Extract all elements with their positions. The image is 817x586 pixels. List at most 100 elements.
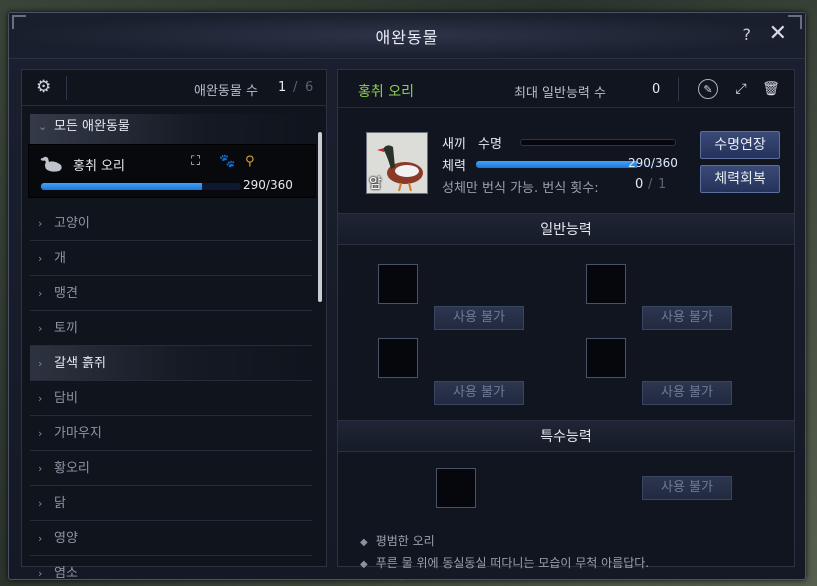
pet-hp-text: 290/360	[243, 178, 293, 192]
breeding-separator: /	[648, 177, 653, 192]
diamond-bullet-icon: ◆	[360, 537, 368, 548]
pet-detail-name: 홍취 오리	[358, 84, 414, 100]
category-item[interactable]: › 갈색 흙쥐	[30, 346, 312, 381]
pet-detail-panel: 홍취 오리 최대 일반능력 수 0 ✎ ⤢ 🗑 암 새끼 수명 체력 290/3…	[337, 69, 795, 570]
duck-icon	[40, 156, 62, 172]
ability-unavailable-button: 사용 불가	[434, 381, 524, 405]
breeding-info: 성체만 번식 가능. 번식 횟수:	[442, 181, 599, 196]
restore-stamina-button[interactable]: 체력회복	[700, 165, 780, 193]
max-ability-value: 0	[652, 82, 661, 97]
location-icon[interactable]: ⚲	[245, 154, 255, 169]
pet-portrait: 암	[366, 132, 428, 194]
category-label: 맹견	[54, 286, 78, 301]
category-item[interactable]: › 맹견	[30, 276, 312, 311]
ability-unavailable-button: 사용 불가	[642, 381, 732, 405]
chevron-right-icon: ›	[38, 462, 43, 475]
chevron-right-icon: ›	[38, 322, 43, 335]
category-label: 갈색 흙쥐	[54, 356, 106, 371]
pet-count-separator: /	[293, 80, 298, 95]
paw-icon[interactable]: 🐾	[219, 154, 235, 169]
gender-badge: 암	[369, 176, 382, 192]
brush-icon[interactable]: ✎	[698, 79, 718, 99]
divider	[66, 76, 67, 100]
expand-icon[interactable]: ⤢	[731, 79, 751, 99]
category-container: › 고양이 › 개 › 맹견 › 토끼 › 갈색 흙쥐 › 담비 › 가마우지 › 황오리 › 닭 › 영양 › 염소	[30, 206, 312, 586]
category-item[interactable]: › 염소	[30, 556, 312, 586]
close-button[interactable]: ✕	[769, 21, 787, 46]
category-label: 토끼	[54, 321, 78, 336]
pet-category-list: ⌄ 모든 애완동물 홍취 오리 ⛶ 🐾 ⚲ 290/360 › 고양이 › 개 › 맹견 ›…	[28, 114, 316, 586]
divider	[678, 77, 679, 101]
diamond-bullet-icon: ◆	[360, 559, 368, 570]
ability-slot[interactable]	[586, 338, 626, 378]
ability-unavailable-button: 사용 불가	[434, 306, 524, 330]
category-item[interactable]: › 황오리	[30, 451, 312, 486]
window-title: 애완동물	[375, 28, 439, 47]
category-item[interactable]: › 고양이	[30, 206, 312, 241]
chevron-right-icon: ›	[38, 427, 43, 440]
pet-count-max: 6	[305, 80, 314, 95]
description-line: ◆ 평범한 오리	[360, 532, 435, 549]
description-line: ◆ 푸른 물 위에 동실동실 떠다니는 모습이 무척 아름답다.	[360, 554, 649, 571]
lifespan-bar	[520, 139, 676, 146]
ability-unavailable-button: 사용 불가	[642, 306, 732, 330]
title-bar[interactable]: 애완동물 ? ✕	[9, 13, 805, 59]
ability-slot[interactable]	[378, 338, 418, 378]
special-ability-title: 특수능력	[338, 420, 794, 452]
category-item[interactable]: › 가마우지	[30, 416, 312, 451]
special-unavailable-button: 사용 불가	[642, 476, 732, 500]
chevron-right-icon: ›	[38, 567, 43, 580]
pet-hp-fill	[41, 183, 203, 190]
scrollbar-thumb[interactable]	[318, 132, 322, 302]
pet-hp-bar	[41, 183, 241, 190]
ability-slot[interactable]	[586, 264, 626, 304]
stamina-text: 290/360	[628, 156, 678, 170]
category-label: 담비	[54, 391, 78, 406]
category-label: 가마우지	[54, 426, 102, 441]
screenshot-icon[interactable]: ⛶	[191, 154, 200, 169]
ability-slot[interactable]	[378, 264, 418, 304]
chevron-right-icon: ›	[38, 357, 43, 370]
category-label: 개	[54, 251, 66, 266]
general-ability-title: 일반능력	[338, 213, 794, 245]
chevron-right-icon: ›	[38, 392, 43, 405]
category-all-pets[interactable]: ⌄ 모든 애완동물	[30, 114, 312, 144]
help-button[interactable]: ?	[743, 25, 752, 44]
gear-icon[interactable]: ⚙	[36, 77, 51, 97]
stamina-label: 체력	[442, 159, 466, 174]
category-label: 영양	[54, 531, 78, 546]
max-ability-label: 최대 일반능력 수	[514, 86, 606, 101]
trash-icon[interactable]: 🗑	[761, 79, 781, 99]
category-label: 황오리	[54, 461, 90, 476]
category-label: 모든 애완동물	[54, 119, 130, 134]
pet-list-panel: ⚙ 애완동물 수 1 / 6 ⌄ 모든 애완동물 홍취 오리 ⛶ 🐾 ⚲ 290…	[21, 69, 327, 581]
stamina-fill	[476, 161, 638, 168]
category-item[interactable]: › 영양	[30, 521, 312, 556]
category-item[interactable]: › 토끼	[30, 311, 312, 346]
category-label: 염소	[54, 566, 78, 581]
chevron-down-icon: ⌄	[38, 120, 48, 133]
category-item[interactable]: › 담비	[30, 381, 312, 416]
chevron-right-icon: ›	[38, 497, 43, 510]
pet-name: 홍취 오리	[73, 159, 125, 174]
category-label: 닭	[54, 496, 66, 511]
category-label: 고양이	[54, 216, 90, 231]
breeding-max: 1	[658, 177, 667, 192]
extend-life-button[interactable]: 수명연장	[700, 131, 780, 159]
breeding-current: 0	[635, 177, 644, 192]
chevron-right-icon: ›	[38, 287, 43, 300]
category-item[interactable]: › 개	[30, 241, 312, 276]
description-text: 평범한 오리	[375, 534, 435, 548]
pet-detail-header: 홍취 오리 최대 일반능력 수 0 ✎ ⤢ 🗑	[338, 70, 794, 108]
chevron-right-icon: ›	[38, 217, 43, 230]
pet-list-header: ⚙ 애완동물 수 1 / 6	[22, 70, 326, 106]
chevron-right-icon: ›	[38, 532, 43, 545]
category-item[interactable]: › 닭	[30, 486, 312, 521]
pet-count-current: 1	[278, 80, 287, 95]
lifespan-label: 수명	[478, 137, 502, 152]
juvenile-label: 새끼	[442, 137, 466, 152]
pet-entry-selected[interactable]: 홍취 오리 ⛶ 🐾 ⚲ 290/360	[28, 144, 316, 198]
special-ability-slot[interactable]	[436, 468, 476, 508]
description-text: 푸른 물 위에 동실동실 떠다니는 모습이 무척 아름답다.	[375, 556, 650, 570]
pet-count-label: 애완동물 수	[194, 84, 258, 99]
